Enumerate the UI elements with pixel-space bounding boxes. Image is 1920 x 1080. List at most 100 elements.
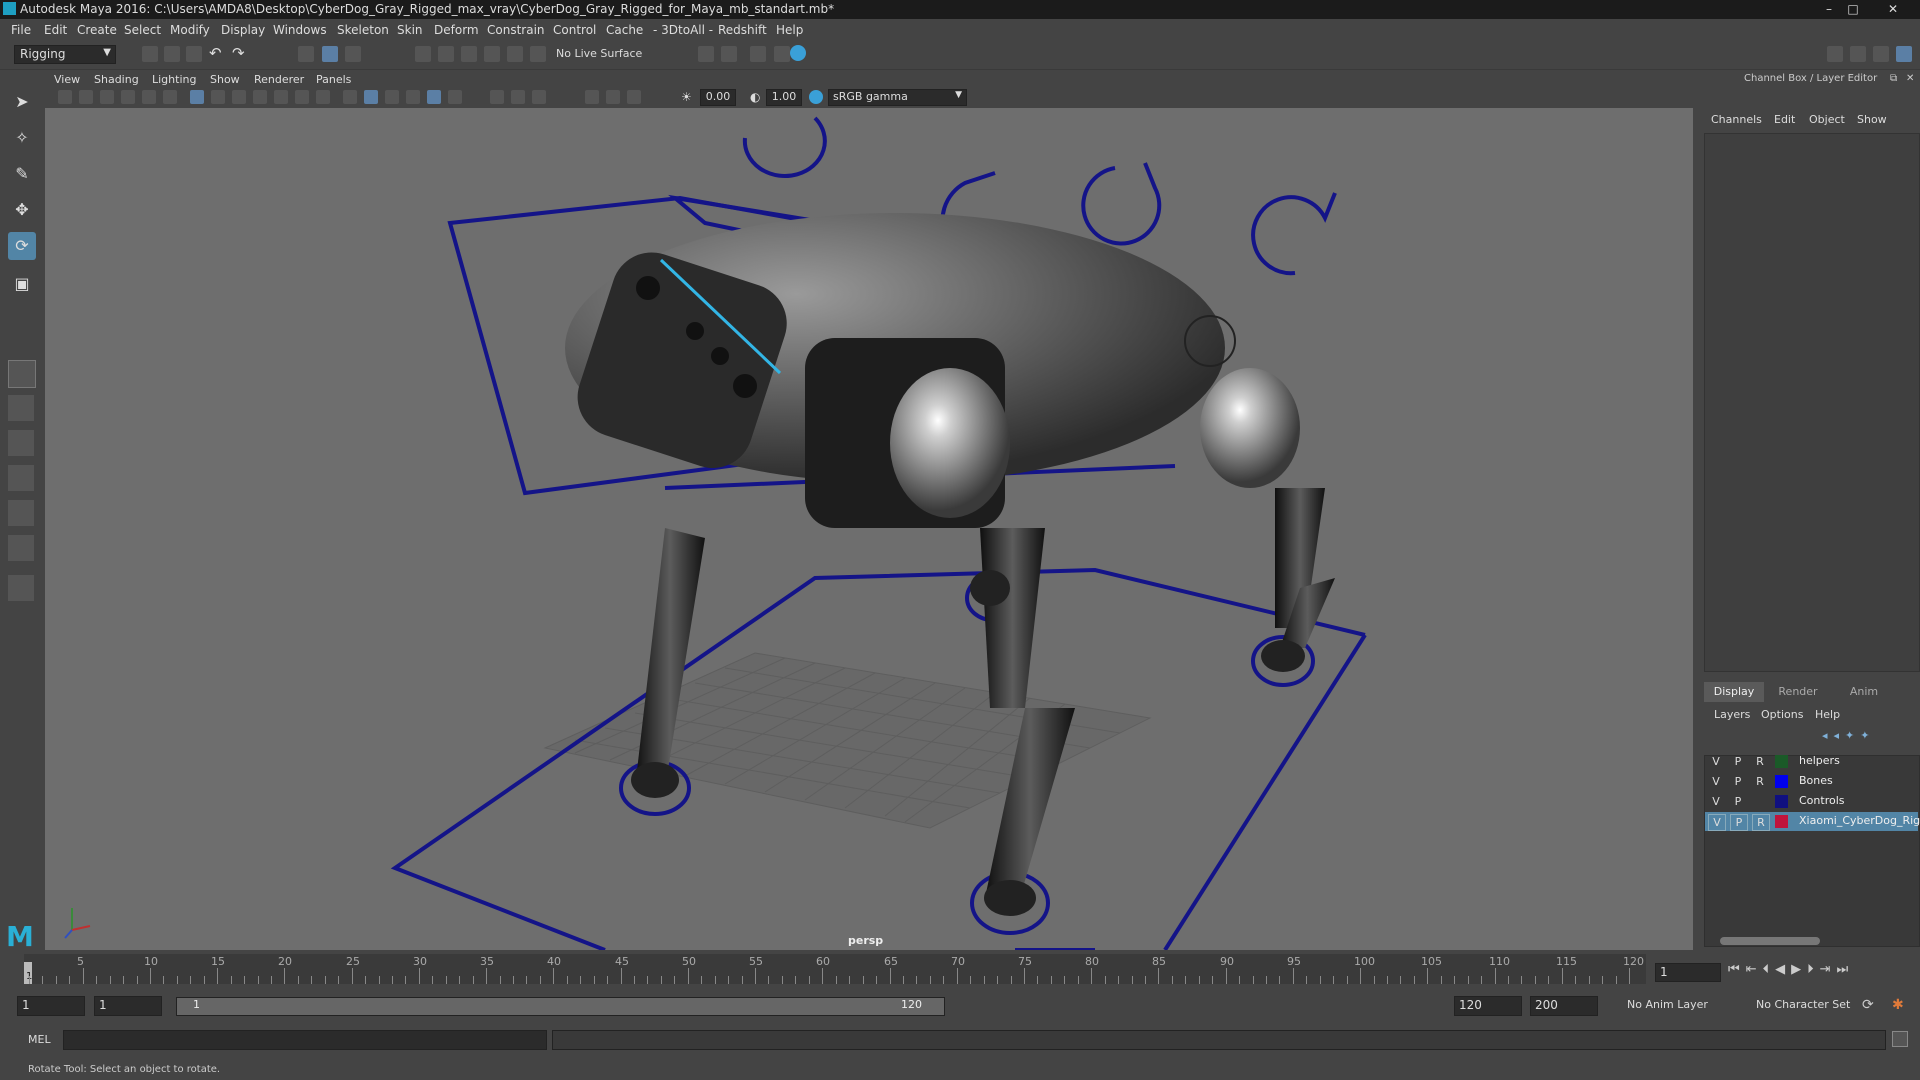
camera-attributes-icon[interactable] [79, 90, 93, 104]
select-tool-icon[interactable]: ➤ [8, 88, 36, 116]
resolution-gate-icon[interactable] [232, 90, 246, 104]
lights-icon[interactable] [427, 90, 441, 104]
safe-action-icon[interactable] [295, 90, 309, 104]
anim-layer-dropdown[interactable]: No Anim Layer [1622, 997, 1742, 1014]
wireframe-icon[interactable] [343, 90, 357, 104]
layer-name[interactable]: helpers [1799, 754, 1840, 767]
menu-skeleton[interactable]: Skeleton [337, 23, 389, 37]
safe-title-icon[interactable] [316, 90, 330, 104]
layer-color-swatch[interactable] [1775, 815, 1788, 828]
range-slider-bar[interactable]: 1 120 [176, 997, 945, 1016]
auto-key-icon[interactable]: ⟳ [1862, 997, 1874, 1013]
layer-color-swatch[interactable] [1775, 775, 1788, 788]
menu-deform[interactable]: Deform [434, 23, 479, 37]
textured-icon[interactable] [406, 90, 420, 104]
new-scene-icon[interactable] [142, 46, 158, 62]
exposure-field[interactable]: 0.00 [700, 89, 736, 106]
gamma-icon[interactable]: ◐ [750, 90, 764, 104]
snap-live-icon[interactable] [530, 46, 546, 62]
menu-redshift[interactable]: Redshift [718, 23, 767, 37]
panel-menu-show[interactable]: Show [210, 73, 240, 86]
open-scene-icon[interactable] [164, 46, 180, 62]
redo-icon[interactable]: ↷ [232, 44, 245, 62]
select-object-icon[interactable] [322, 46, 338, 62]
shadows-icon[interactable] [448, 90, 462, 104]
layer-reference-toggle[interactable]: R [1752, 754, 1768, 769]
layer-name[interactable]: Xiaomi_CyberDog_Rigg [1799, 814, 1920, 827]
menu-cache[interactable]: Cache [606, 23, 643, 37]
time-ruler[interactable]: 1 51015202530354045505560657075808590951… [24, 954, 1646, 984]
film-gate-icon[interactable] [211, 90, 225, 104]
menu-select[interactable]: Select [124, 23, 161, 37]
cb-tab-channels[interactable]: Channels [1711, 113, 1762, 126]
animation-end-field[interactable]: 200 [1530, 996, 1598, 1016]
select-component-icon[interactable] [345, 46, 361, 62]
layer-playback-toggle[interactable]: P [1730, 754, 1746, 769]
snap-grid-icon[interactable] [415, 46, 431, 62]
smooth-shade-icon[interactable] [364, 90, 378, 104]
2d-pan-icon[interactable] [142, 90, 156, 104]
hypershade-layout-icon[interactable] [8, 535, 34, 561]
current-frame-field[interactable]: 1 [1655, 963, 1721, 982]
hypershade-icon[interactable] [790, 45, 806, 61]
custom-layout-icon[interactable] [8, 575, 34, 601]
snap-point-icon[interactable] [461, 46, 477, 62]
tool-settings-icon[interactable] [1873, 46, 1889, 62]
close-button[interactable]: ✕ [1870, 1, 1916, 17]
snap-view-icon[interactable] [484, 46, 500, 62]
undo-icon[interactable]: ↶ [209, 44, 222, 62]
preferences-icon[interactable]: ✱ [1892, 997, 1904, 1013]
menu-control[interactable]: Control [553, 23, 596, 37]
panel-menu-renderer[interactable]: Renderer [254, 73, 304, 86]
motion-blur-icon[interactable] [511, 90, 525, 104]
field-chart-icon[interactable] [274, 90, 288, 104]
cb-tab-show[interactable]: Show [1857, 113, 1887, 126]
xray-icon[interactable] [606, 90, 620, 104]
layer-reference-toggle[interactable]: R [1752, 814, 1770, 831]
minimize-button[interactable]: – [1818, 1, 1840, 17]
render-view-icon[interactable] [774, 46, 790, 62]
script-editor-icon[interactable] [1892, 1031, 1908, 1047]
snap-surface-icon[interactable] [507, 46, 523, 62]
graph-layout-icon[interactable] [8, 500, 34, 526]
layer-visibility-toggle[interactable]: V [1708, 754, 1724, 769]
command-input[interactable] [63, 1030, 547, 1050]
isolate-select-icon[interactable] [585, 90, 599, 104]
camera-select-icon[interactable] [58, 90, 72, 104]
xray-joints-icon[interactable] [627, 90, 641, 104]
layer-menu-layers[interactable]: Layers [1714, 708, 1750, 721]
menu-constrain[interactable]: Constrain [487, 23, 545, 37]
move-tool-icon[interactable]: ✥ [8, 196, 36, 224]
render-settings-icon[interactable] [698, 46, 714, 62]
paint-select-icon[interactable]: ✎ [8, 160, 36, 188]
layer-row-helpers[interactable]: V P R helpers [1705, 752, 1918, 771]
anti-aliasing-icon[interactable] [532, 90, 546, 104]
ambient-occlusion-icon[interactable] [490, 90, 504, 104]
playback-end-field[interactable]: 120 [1454, 996, 1522, 1016]
modeling-toolkit-icon[interactable] [1827, 46, 1843, 62]
outliner-layout-icon[interactable] [8, 465, 34, 491]
layer-playback-toggle[interactable]: P [1730, 774, 1746, 789]
menu-file[interactable]: File [11, 23, 31, 37]
perspective-viewport[interactable]: persp [45, 108, 1693, 950]
layer-tab-display[interactable]: Display [1704, 682, 1764, 702]
wireframe-on-shaded-icon[interactable] [385, 90, 399, 104]
layer-color-swatch[interactable] [1775, 755, 1788, 768]
layer-tab-render[interactable]: Render [1768, 682, 1828, 702]
layer-reference-toggle[interactable] [1752, 794, 1768, 809]
menu-skin[interactable]: Skin [397, 23, 423, 37]
gamma-field[interactable]: 1.00 [766, 89, 802, 106]
cb-tab-object[interactable]: Object [1809, 113, 1845, 126]
layer-visibility-toggle[interactable]: V [1708, 814, 1726, 831]
select-hierarchy-icon[interactable] [298, 46, 314, 62]
layer-visibility-toggle[interactable]: V [1708, 774, 1724, 789]
color-management-icon[interactable] [809, 90, 823, 104]
menu-windows[interactable]: Windows [273, 23, 327, 37]
playback-start-field[interactable]: 1 [94, 996, 162, 1016]
layer-color-swatch[interactable] [1775, 795, 1788, 808]
live-surface-label[interactable]: No Live Surface [556, 47, 642, 60]
layer-name[interactable]: Controls [1799, 794, 1845, 807]
layer-playback-toggle[interactable]: P [1730, 794, 1746, 809]
ipr-render-icon[interactable] [750, 46, 766, 62]
layer-row-bones[interactable]: V P R Bones [1705, 772, 1918, 791]
